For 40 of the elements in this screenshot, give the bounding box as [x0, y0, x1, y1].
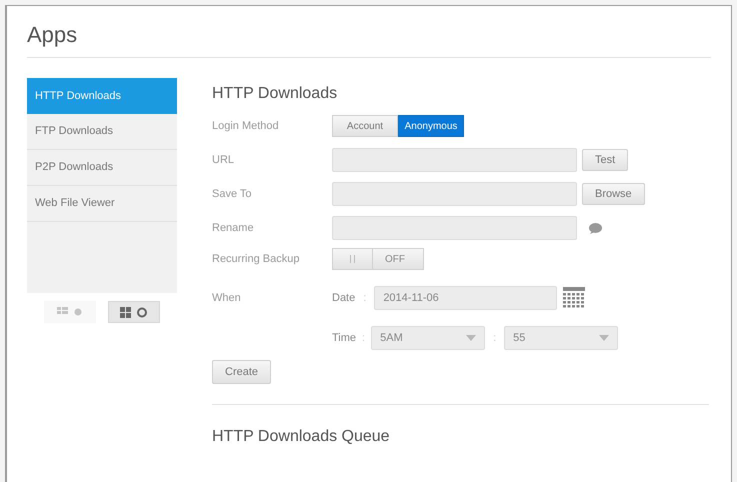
field-label: Save To — [212, 186, 253, 202]
hour-select[interactable]: 5AM — [371, 326, 486, 350]
caret-icon — [466, 335, 476, 341]
section-heading: HTTP Downloads — [212, 84, 338, 104]
field-label: Rename — [212, 220, 255, 236]
grid-settings-icon — [120, 306, 148, 318]
text-field[interactable] — [332, 148, 577, 172]
login-method-tab[interactable]: Account — [332, 115, 398, 137]
view-toggle-button[interactable] — [108, 301, 160, 323]
date-label: Date — [332, 290, 356, 306]
grip-icon — [350, 255, 355, 263]
sidebar-item[interactable]: FTP Downloads — [27, 114, 177, 150]
browse-button[interactable]: Browse — [582, 183, 645, 205]
view-toggle-button[interactable] — [44, 301, 96, 323]
create-button[interactable]: Create — [212, 360, 272, 384]
sidebar-item[interactable]: P2P Downloads — [27, 150, 177, 186]
field-label: URL — [212, 152, 236, 168]
separator-text: : — [363, 290, 366, 306]
recurring-backup-toggle[interactable]: OFF — [332, 248, 424, 270]
section-heading: HTTP Downloads Queue — [212, 427, 390, 447]
field-label: Login Method — [212, 118, 280, 134]
sidebar-item[interactable]: Web File Viewer — [27, 186, 177, 222]
calendar-icon[interactable] — [563, 287, 586, 309]
toggle-state-text: OFF — [384, 252, 406, 266]
info-bubble-icon[interactable] — [589, 222, 602, 234]
test-button[interactable]: Test — [582, 149, 628, 171]
list-view-icon — [57, 306, 83, 318]
separator-text: : — [493, 330, 496, 346]
field-label: When — [212, 290, 242, 306]
field-label: Recurring Backup — [212, 252, 300, 267]
text-field[interactable] — [332, 216, 577, 240]
sidebar-item[interactable]: HTTP Downloads — [27, 78, 177, 114]
separator-text: : — [362, 330, 366, 346]
page-title: Apps — [27, 21, 78, 49]
login-method-tab[interactable]: Anonymous — [398, 115, 464, 137]
minute-select[interactable]: 55 — [504, 326, 618, 350]
text-field[interactable] — [332, 182, 577, 206]
caret-icon — [599, 335, 610, 341]
date-field[interactable]: 2014-11-06 — [374, 286, 558, 310]
time-label: Time — [332, 330, 356, 346]
